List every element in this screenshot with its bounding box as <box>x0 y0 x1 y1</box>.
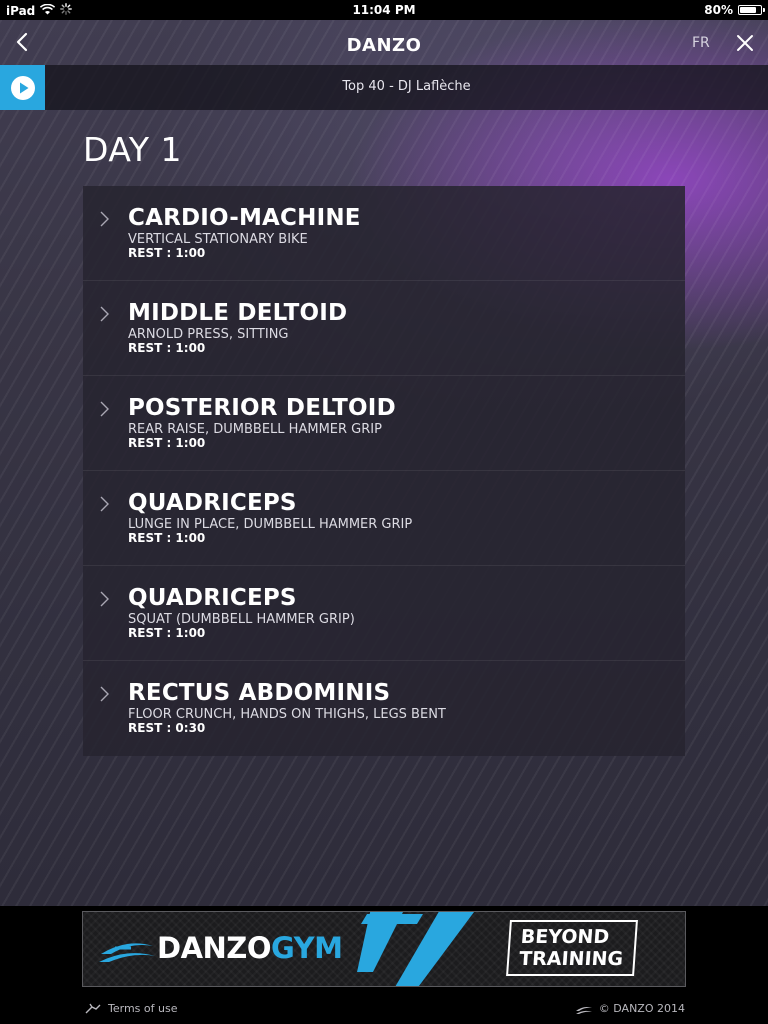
play-button[interactable] <box>0 65 45 110</box>
exercise-title: MIDDLE DELTOID <box>128 300 348 326</box>
track-title[interactable]: Top 40 - DJ Laflèche <box>45 79 768 94</box>
exercise-variant: LUNGE IN PLACE, DUMBBELL HAMMER GRIP <box>128 517 413 532</box>
exercise-variant: ARNOLD PRESS, SITTING <box>128 327 289 342</box>
exercise-variant: FLOOR CRUNCH, HANDS ON THIGHS, LEGS BENT <box>128 707 446 722</box>
play-icon <box>10 75 35 100</box>
tagline-line-2: TRAINING <box>518 948 624 970</box>
exercise-rest: REST : 1:00 <box>128 626 206 640</box>
app-title: DANZO <box>346 35 422 56</box>
copyright-text: © DANZO 2014 <box>598 1002 685 1015</box>
danzo-small-logo-icon <box>575 1006 592 1014</box>
status-time: 11:04 PM <box>352 3 416 17</box>
exercise-row[interactable]: QUADRICEPS LUNGE IN PLACE, DUMBBELL HAMM… <box>83 471 685 566</box>
page-title: DAY 1 <box>83 130 182 169</box>
tagline-line-1: BEYOND <box>520 926 610 948</box>
exercise-variant: VERTICAL STATIONARY BIKE <box>128 232 308 247</box>
terms-link[interactable]: Terms of use <box>84 1002 177 1015</box>
music-player-bar: Top 40 - DJ Laflèche <box>0 65 768 110</box>
exercise-row[interactable]: QUADRICEPS SQUAT (DUMBBELL HAMMER GRIP) … <box>83 566 685 661</box>
chevron-right-icon <box>100 591 109 607</box>
chevron-right-icon <box>100 401 109 417</box>
chevron-right-icon <box>100 496 109 512</box>
chevron-right-icon <box>100 306 109 322</box>
close-button[interactable] <box>734 32 756 54</box>
exercise-rest: REST : 1:00 <box>128 341 206 355</box>
exercise-list: CARDIO-MACHINE VERTICAL STATIONARY BIKE … <box>83 186 685 756</box>
exercise-variant: SQUAT (DUMBBELL HAMMER GRIP) <box>128 612 355 627</box>
exercise-rest: REST : 1:00 <box>128 246 206 260</box>
language-toggle[interactable]: FR <box>692 35 710 51</box>
exercise-title: POSTERIOR DELTOID <box>128 395 396 421</box>
nav-bar: DANZO FR <box>0 20 768 65</box>
battery-percent: 80% <box>704 3 733 17</box>
danzo-swoosh-logo-icon <box>99 943 155 962</box>
back-button[interactable] <box>12 30 32 54</box>
exercise-title: CARDIO-MACHINE <box>128 205 361 231</box>
terms-label: Terms of use <box>108 1002 178 1015</box>
status-bar: iPad 11:04 PM 80% <box>0 0 768 20</box>
exercise-rest: REST : 0:30 <box>128 721 206 735</box>
exercise-row[interactable]: CARDIO-MACHINE VERTICAL STATIONARY BIKE … <box>83 186 685 281</box>
danzo-gym-banner[interactable]: DANZOGYM BEYOND TRAINING <box>82 911 686 987</box>
banner-brand: DANZOGYM <box>157 931 343 965</box>
chevron-right-icon <box>100 686 109 702</box>
exercise-title: QUADRICEPS <box>128 585 297 611</box>
brand-gym: GYM <box>270 931 343 965</box>
chevron-right-icon <box>100 211 109 227</box>
exercise-title: QUADRICEPS <box>128 490 297 516</box>
exercise-rest: REST : 1:00 <box>128 436 206 450</box>
danzo-mark-icon <box>357 912 475 986</box>
exercise-title: RECTUS ABDOMINIS <box>128 680 391 706</box>
copyright: © DANZO 2014 <box>575 1002 685 1015</box>
exercise-variant: REAR RAISE, DUMBBELL HAMMER GRIP <box>128 422 382 437</box>
beyond-training-tagline: BEYOND TRAINING <box>506 920 638 976</box>
exercise-rest: REST : 1:00 <box>128 531 206 545</box>
exercise-row[interactable]: POSTERIOR DELTOID REAR RAISE, DUMBBELL H… <box>83 376 685 471</box>
close-icon <box>737 35 753 51</box>
chevron-left-icon <box>16 32 28 52</box>
brand-danzo: DANZO <box>157 931 271 965</box>
runner-icon <box>85 1003 101 1013</box>
exercise-row[interactable]: RECTUS ABDOMINIS FLOOR CRUNCH, HANDS ON … <box>83 661 685 756</box>
exercise-row[interactable]: MIDDLE DELTOID ARNOLD PRESS, SITTING RES… <box>83 281 685 376</box>
battery-icon <box>738 5 765 15</box>
